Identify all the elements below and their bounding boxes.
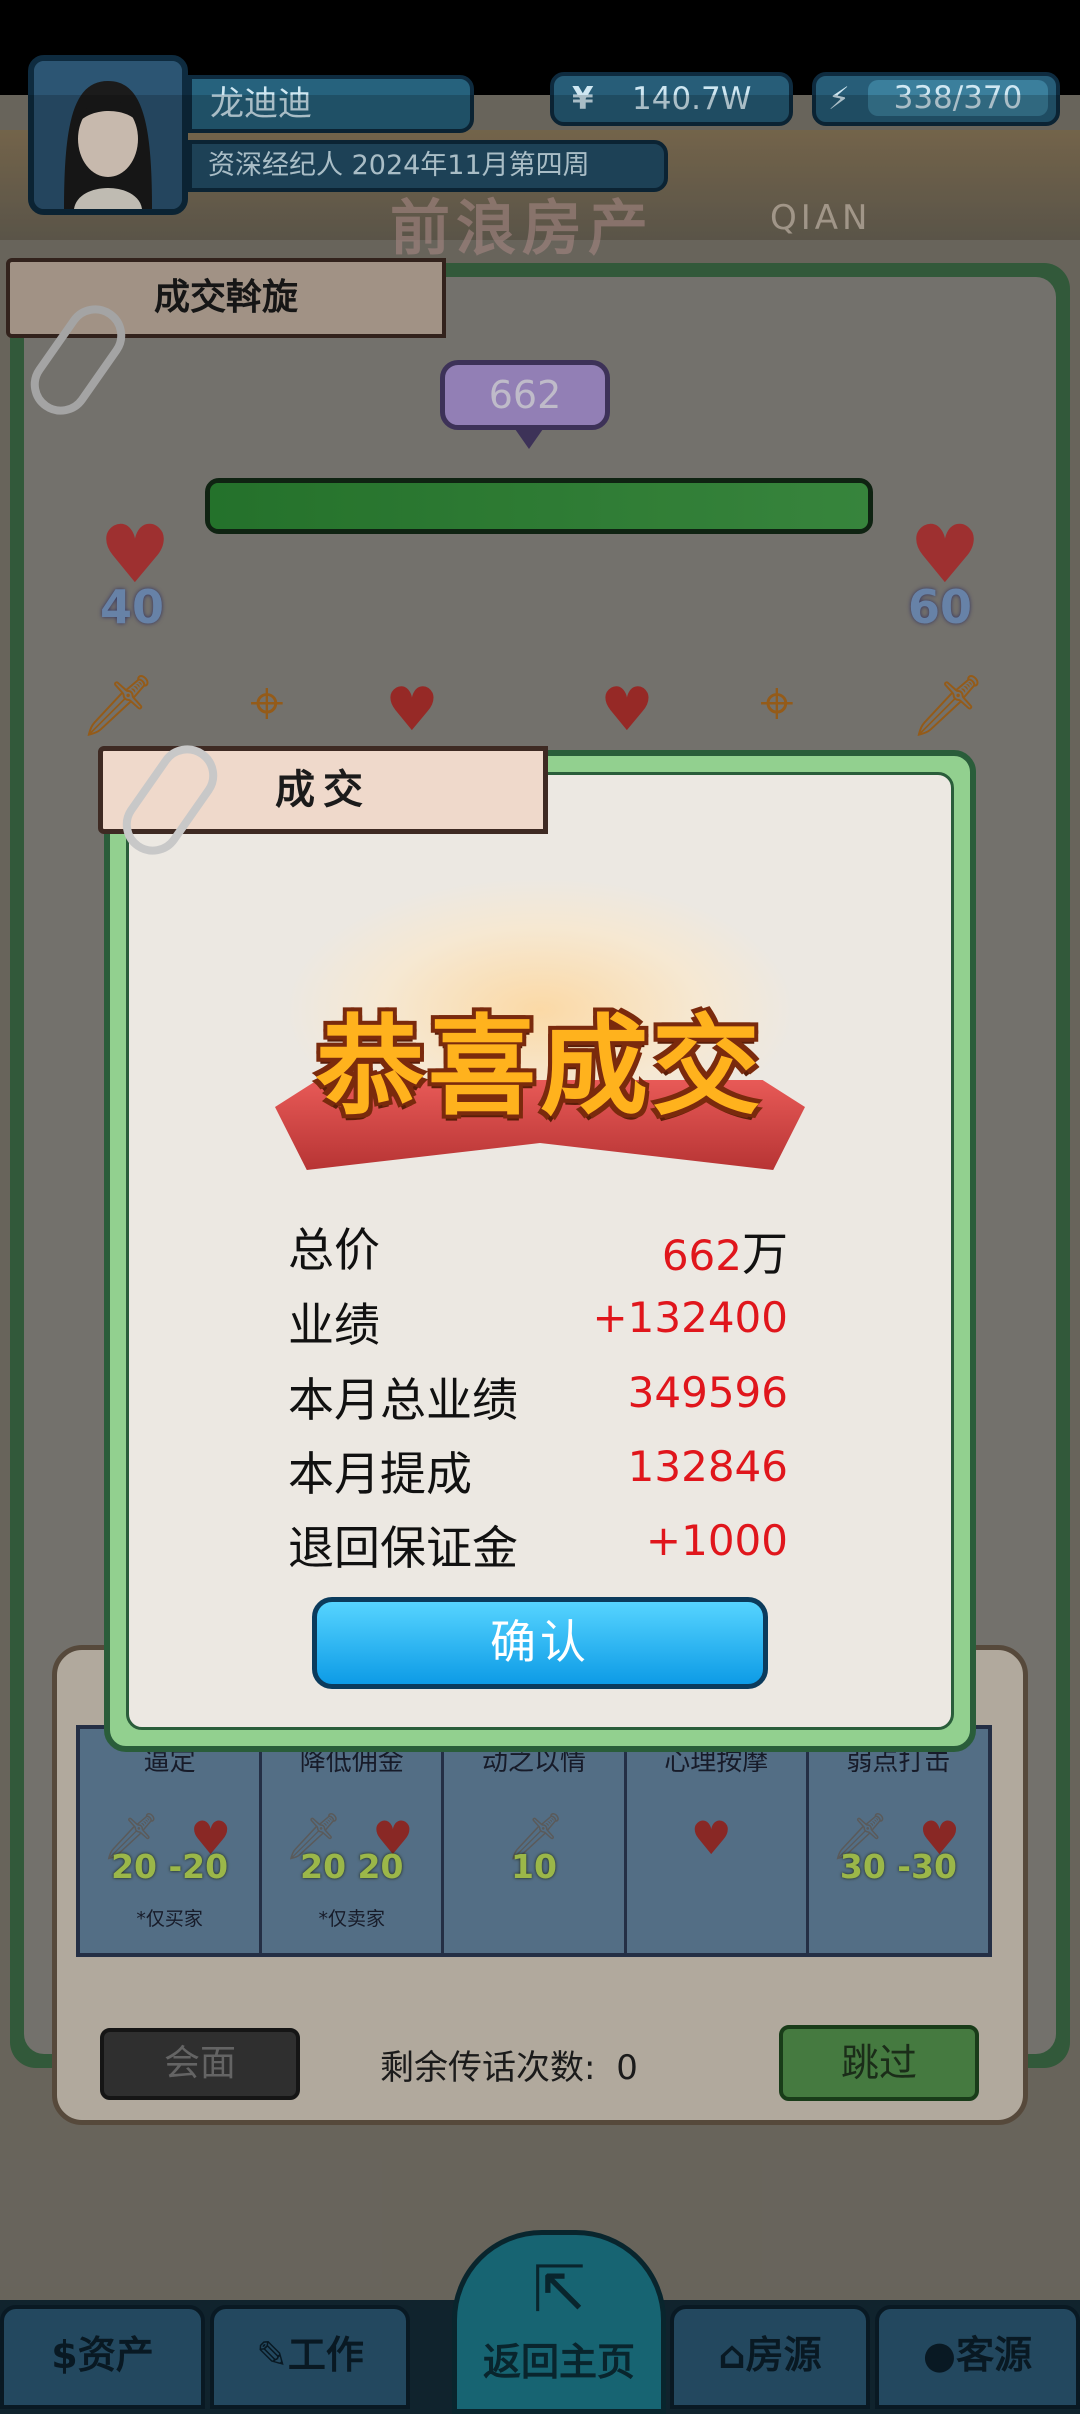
congrats-headline: 恭喜成交 <box>315 1005 764 1130</box>
row-label: 总价 <box>288 1223 380 1277</box>
row-value: 662万 <box>662 1218 788 1284</box>
summary-row-monthly-performance: 本月总业绩 349596 <box>288 1364 788 1434</box>
row-value: 132846 <box>627 1442 788 1491</box>
summary-row-deposit-refund: 退回保证金 +1000 <box>288 1512 788 1582</box>
summary-row-monthly-commission: 本月提成 132846 <box>288 1438 788 1508</box>
row-value: +132400 <box>592 1293 788 1342</box>
row-label: 业绩 <box>288 1298 380 1352</box>
summary-row-total-price: 总价 662万 <box>288 1214 788 1284</box>
row-unit: 万 <box>742 1227 788 1281</box>
row-label: 本月提成 <box>288 1447 472 1501</box>
row-label: 本月总业绩 <box>288 1373 518 1427</box>
row-label: 退回保证金 <box>288 1521 518 1575</box>
confirm-button[interactable]: 确认 <box>312 1597 768 1689</box>
row-number: 662 <box>661 1231 742 1280</box>
summary-row-performance: 业绩 +132400 <box>288 1289 788 1359</box>
row-value: 349596 <box>627 1368 788 1417</box>
row-value: +1000 <box>645 1516 788 1565</box>
